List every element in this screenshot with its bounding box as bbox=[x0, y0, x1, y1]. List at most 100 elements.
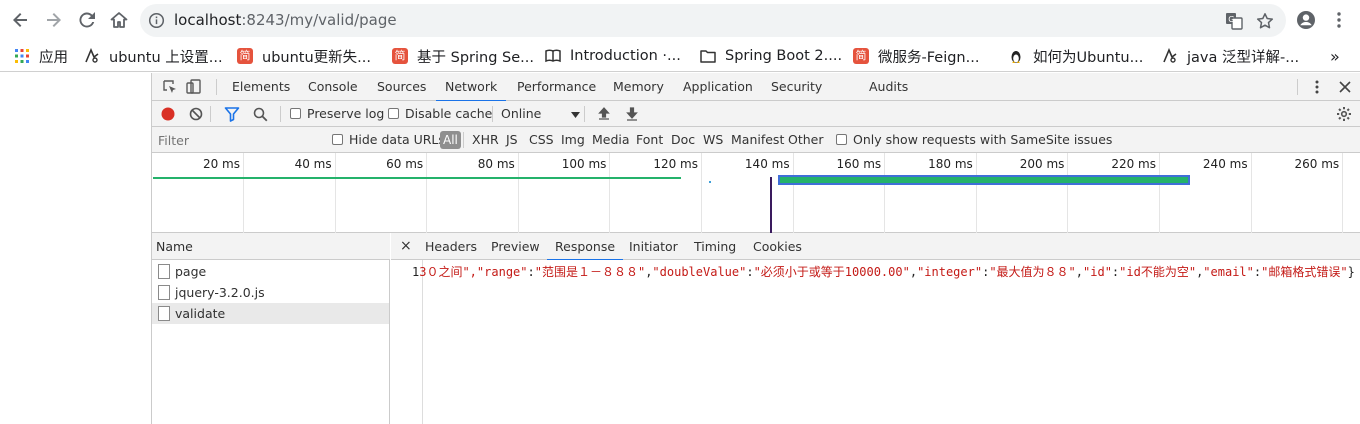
import-har-button[interactable] bbox=[592, 102, 616, 126]
hide-data-urls-checkbox[interactable] bbox=[332, 134, 343, 145]
request-row[interactable]: jquery-3.2.0.js bbox=[152, 282, 389, 303]
device-toolbar-button[interactable] bbox=[182, 75, 206, 99]
timeline-gridline bbox=[701, 153, 702, 233]
filter-input[interactable] bbox=[154, 130, 318, 150]
clear-block-icon bbox=[189, 107, 203, 121]
address-bar[interactable]: localhost:8243/my/valid/page G bbox=[140, 4, 1286, 37]
filter-toggle-button[interactable] bbox=[220, 102, 244, 126]
tab-response[interactable]: Response bbox=[546, 233, 624, 261]
disable-cache-checkbox[interactable] bbox=[388, 108, 399, 119]
network-settings-button[interactable] bbox=[1332, 102, 1356, 126]
url-text[interactable]: localhost:8243/my/valid/page bbox=[174, 11, 397, 29]
type-filter-xhr[interactable]: XHR bbox=[472, 132, 499, 147]
name-column-header[interactable]: Name bbox=[152, 233, 390, 260]
type-filter-doc[interactable]: Doc bbox=[671, 132, 695, 147]
timeline-overview: 20 ms 40 ms 60 ms 80 ms 100 ms 120 ms 140 ms 16… bbox=[152, 153, 1360, 233]
response-viewer[interactable]: 13０之间","range":"范围是１－８８８","doubleValue":… bbox=[391, 260, 1360, 424]
timeline-gridline bbox=[517, 153, 519, 233]
timeline-tick-label: 260 ms bbox=[1294, 157, 1340, 171]
type-filter-manifest[interactable]: Manifest bbox=[731, 132, 784, 147]
reload-button[interactable] bbox=[75, 8, 99, 32]
bookmark-label: Spring Boot 2.... bbox=[725, 48, 843, 64]
bookmark-apps[interactable]: 应用 bbox=[14, 45, 68, 67]
request-name: page bbox=[175, 264, 207, 279]
profile-button[interactable] bbox=[1294, 8, 1318, 32]
waterfall-bar-validate bbox=[778, 175, 1190, 185]
devtools-tab-bar: Elements Console Sources Network Perform… bbox=[152, 73, 1360, 102]
close-detail-button[interactable]: × bbox=[400, 233, 412, 260]
bookmark-label: 如何为Ubuntu... bbox=[1033, 49, 1144, 66]
samesite-checkbox[interactable] bbox=[836, 134, 847, 145]
tab-performance[interactable]: Performance bbox=[517, 73, 596, 101]
tab-elements[interactable]: Elements bbox=[232, 73, 290, 101]
type-filter-ws[interactable]: WS bbox=[703, 132, 723, 147]
browser-menu-button[interactable] bbox=[1327, 8, 1351, 32]
bookmark-item[interactable]: Spring Boot 2.... bbox=[700, 45, 842, 67]
tab-console[interactable]: Console bbox=[308, 73, 358, 101]
tab-preview[interactable]: Preview bbox=[491, 233, 540, 260]
download-icon bbox=[626, 107, 638, 121]
search-button[interactable] bbox=[248, 102, 272, 126]
bookmark-item[interactable]: 如何为Ubuntu... bbox=[1008, 45, 1143, 67]
jianshu-icon: 简 bbox=[392, 48, 408, 64]
translate-icon[interactable]: G bbox=[1224, 11, 1244, 31]
type-filter-media[interactable]: Media bbox=[592, 132, 630, 147]
tab-memory[interactable]: Memory bbox=[613, 73, 664, 101]
clear-button[interactable] bbox=[184, 102, 208, 126]
kebab-menu-icon bbox=[1315, 80, 1319, 94]
bookmark-item[interactable]: ubuntu 上设置... bbox=[84, 45, 223, 67]
bookmark-star-icon[interactable] bbox=[1255, 11, 1275, 31]
bookmark-item[interactable]: 简 基于 Spring Se... bbox=[392, 45, 534, 67]
line-number-gutter bbox=[391, 260, 423, 424]
close-devtools-button[interactable] bbox=[1333, 75, 1357, 99]
bookmarks-bar: 应用 ubuntu 上设置... 简 ubuntu更新失... 简 基于 Spr… bbox=[0, 40, 1360, 72]
tab-sources[interactable]: Sources bbox=[377, 73, 426, 101]
bookmark-item[interactable]: Introduction ·... bbox=[545, 45, 681, 67]
inspect-element-button[interactable] bbox=[158, 75, 182, 99]
tab-headers[interactable]: Headers bbox=[425, 233, 477, 260]
inspect-cursor-icon bbox=[163, 80, 176, 93]
info-icon[interactable] bbox=[148, 12, 165, 29]
bookmark-item[interactable]: 简 微服务-Feign... bbox=[853, 45, 979, 67]
svg-text:G: G bbox=[1228, 15, 1234, 24]
response-code-line[interactable]: 13０之间","range":"范围是１－８８８","doubleValue":… bbox=[412, 263, 1355, 280]
network-toolbar: Preserve log Disable cache Online bbox=[152, 101, 1360, 127]
more-bookmarks-button[interactable]: » bbox=[1330, 45, 1340, 67]
preserve-log-checkbox[interactable] bbox=[290, 108, 301, 119]
tab-cookies[interactable]: Cookies bbox=[753, 233, 802, 260]
request-name: jquery-3.2.0.js bbox=[175, 285, 265, 300]
gear-icon bbox=[1337, 107, 1351, 121]
devtools-menu-button[interactable] bbox=[1305, 75, 1329, 99]
type-filter-img[interactable]: Img bbox=[561, 132, 585, 147]
bookmark-item[interactable]: 简 ubuntu更新失... bbox=[237, 45, 371, 67]
export-har-button[interactable] bbox=[620, 102, 644, 126]
bookmark-item[interactable]: java 泛型详解-... bbox=[1162, 45, 1299, 67]
tab-security[interactable]: Security bbox=[771, 73, 822, 101]
type-filter-other[interactable]: Other bbox=[788, 132, 824, 147]
home-button[interactable] bbox=[107, 8, 131, 32]
type-filter-font[interactable]: Font bbox=[636, 132, 663, 147]
json-comma: , bbox=[1075, 265, 1084, 279]
forward-button[interactable] bbox=[41, 8, 65, 32]
request-row[interactable]: page bbox=[152, 261, 389, 282]
type-filter-css[interactable]: CSS bbox=[529, 132, 554, 147]
reload-icon bbox=[79, 12, 95, 28]
toolbar-divider bbox=[1297, 79, 1298, 95]
json-key: "id" bbox=[1083, 265, 1112, 279]
toolbar-divider bbox=[210, 106, 211, 122]
bookmark-label: Introduction ·... bbox=[570, 48, 681, 64]
search-icon bbox=[253, 107, 267, 121]
tab-application[interactable]: Application bbox=[683, 73, 753, 101]
throttling-select[interactable]: Online bbox=[501, 106, 581, 121]
type-filter-js[interactable]: JS bbox=[506, 132, 518, 147]
tab-network[interactable]: Network bbox=[435, 73, 507, 102]
request-row-selected[interactable]: validate bbox=[152, 303, 389, 324]
linux-penguin-icon bbox=[1008, 48, 1024, 64]
waterfall-bar-page bbox=[153, 177, 681, 179]
back-button[interactable] bbox=[9, 8, 33, 32]
tab-initiator[interactable]: Initiator bbox=[629, 233, 678, 260]
tab-audits[interactable]: Audits bbox=[869, 73, 908, 101]
record-button[interactable] bbox=[156, 102, 180, 126]
type-filter-all[interactable]: All bbox=[440, 131, 461, 149]
tab-timing[interactable]: Timing bbox=[694, 233, 736, 260]
